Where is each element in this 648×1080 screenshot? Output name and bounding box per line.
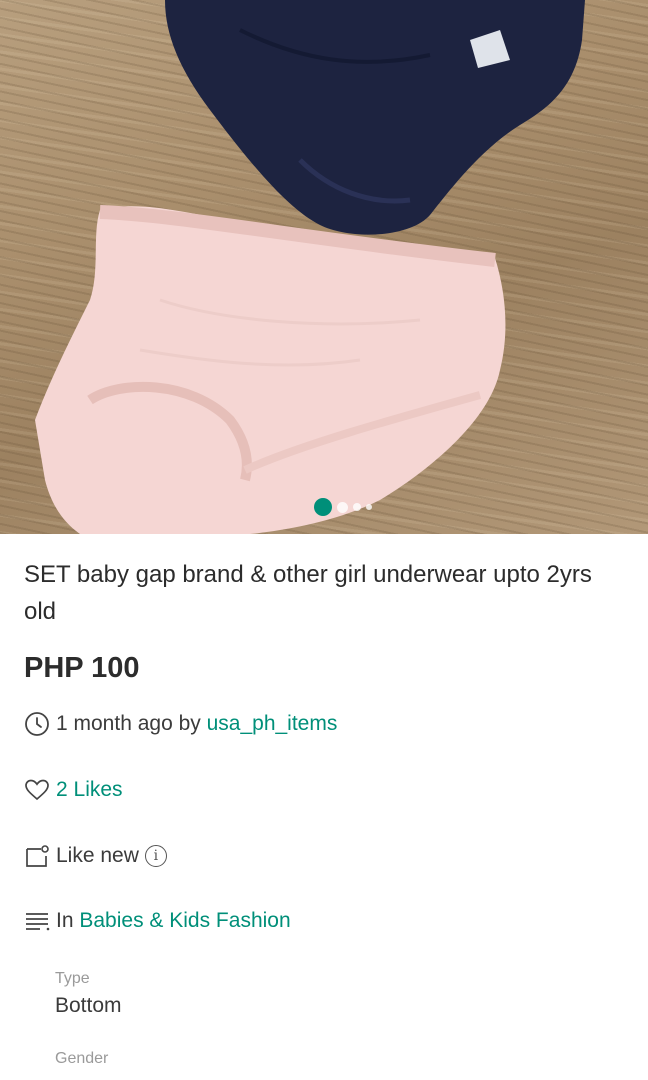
- carousel-dot[interactable]: [366, 504, 372, 510]
- posted-info: 1 month ago by usa_ph_items: [24, 709, 624, 739]
- carousel-dot[interactable]: [337, 501, 348, 513]
- listing-title: SET baby gap brand & other girl underwea…: [24, 561, 592, 625]
- listing-details: SET baby gap brand & other girl underwea…: [0, 534, 648, 1068]
- carousel-dot[interactable]: [353, 503, 361, 511]
- category-row: In Babies & Kids Fashion: [24, 906, 624, 936]
- seller-link[interactable]: usa_ph_items: [207, 712, 338, 736]
- posted-time: 1 month ago by: [56, 712, 207, 735]
- condition-value: Like new: [56, 844, 139, 867]
- carousel-dot-active[interactable]: [314, 498, 332, 516]
- heart-icon[interactable]: [24, 777, 50, 803]
- listing-photo[interactable]: [0, 0, 648, 534]
- attribute-label-type: Type: [55, 970, 90, 987]
- carousel-indicator[interactable]: [314, 498, 372, 516]
- product-image: [35, 0, 585, 534]
- info-icon[interactable]: i: [144, 845, 167, 867]
- likes-row[interactable]: 2 Likes: [24, 775, 624, 805]
- attribute-value-type: Bottom: [55, 994, 122, 1017]
- clock-icon: [24, 711, 50, 737]
- tag-icon: [24, 843, 50, 869]
- attributes-section: Type Bottom Gender: [24, 970, 624, 1068]
- listing-price: PHP 100: [24, 652, 140, 684]
- category-link[interactable]: Babies & Kids Fashion: [79, 909, 290, 933]
- attribute-label-gender: Gender: [55, 1050, 109, 1067]
- list-icon: [24, 908, 50, 934]
- likes-count[interactable]: 2 Likes: [56, 778, 123, 802]
- category-prefix: In: [56, 909, 80, 932]
- condition-row: Like new i: [24, 841, 624, 871]
